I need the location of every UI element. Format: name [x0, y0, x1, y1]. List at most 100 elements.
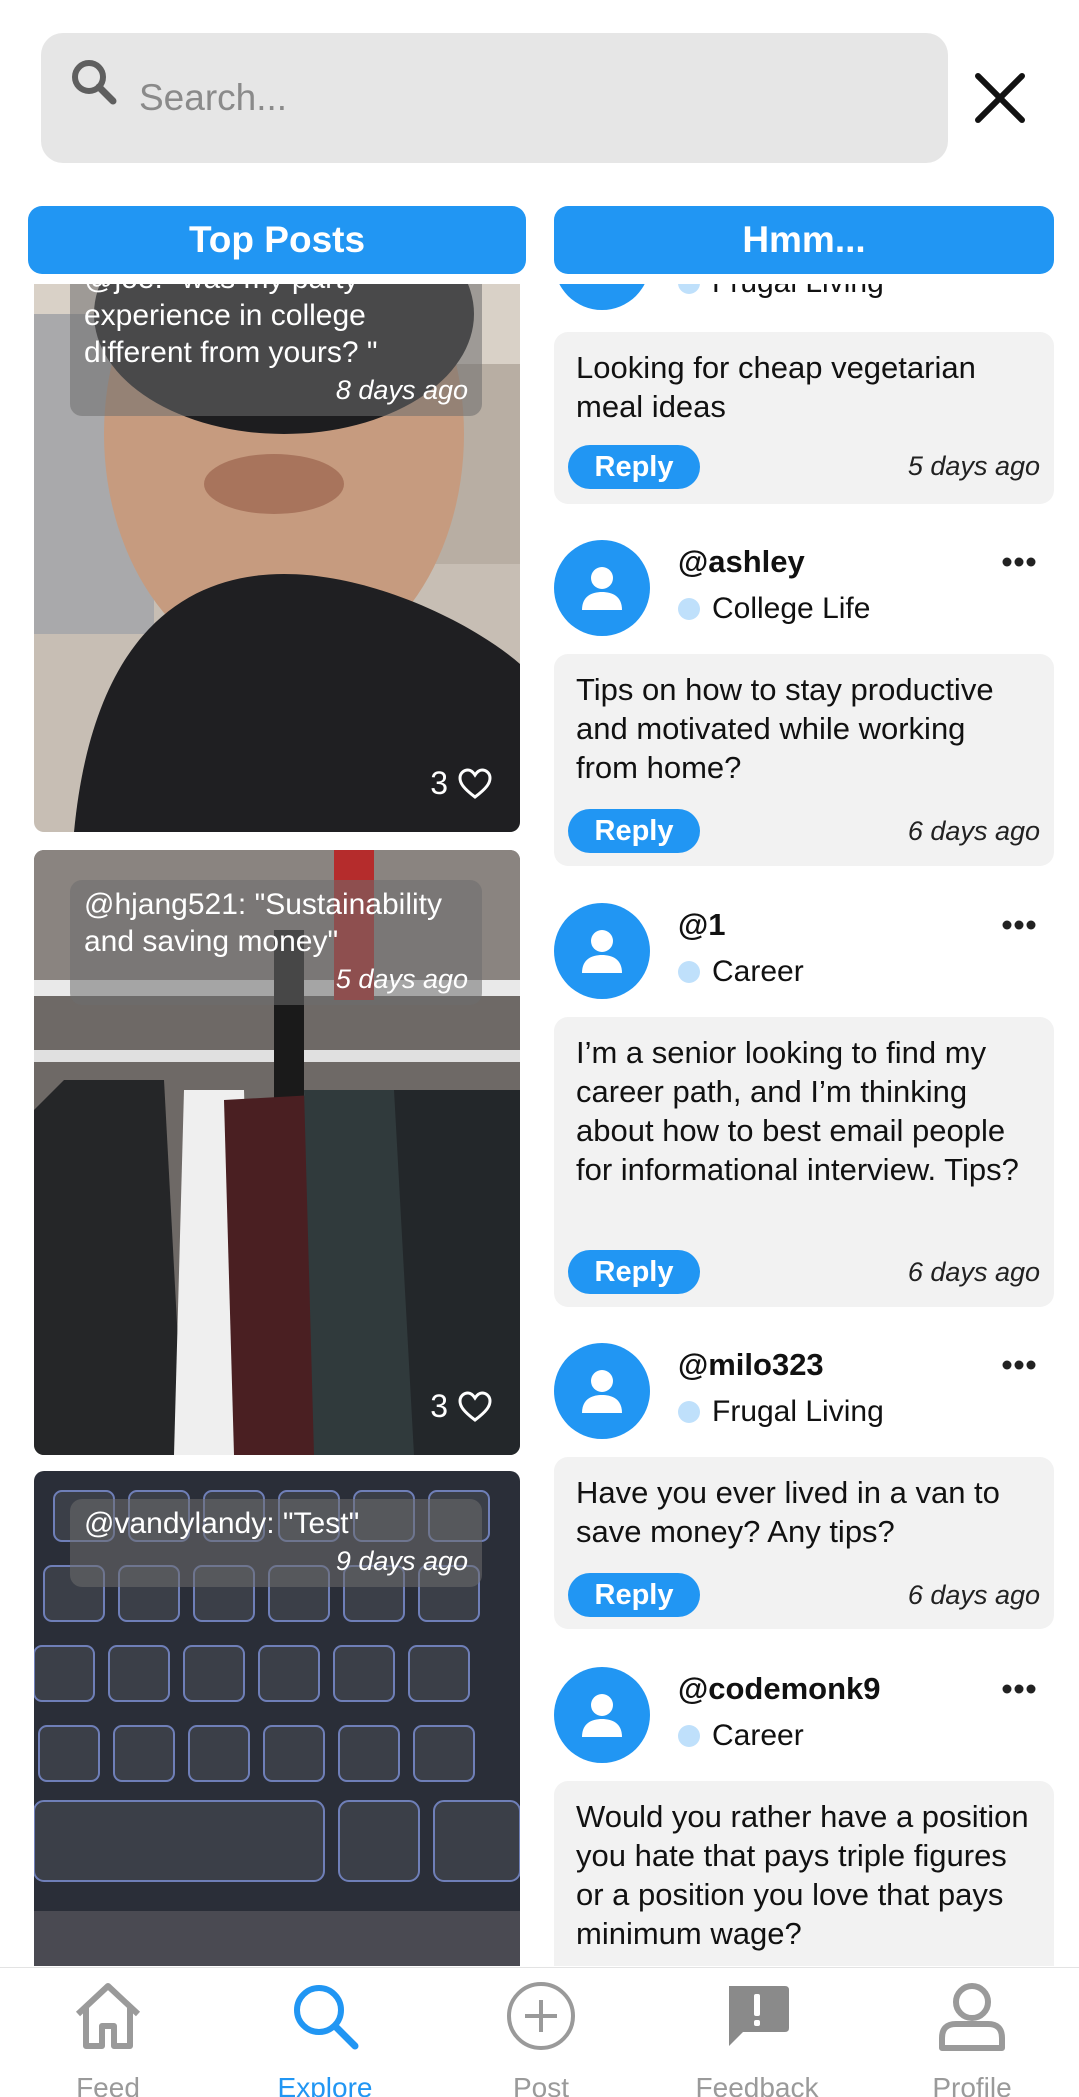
caption-time: 5 days ago [335, 964, 468, 994]
question-header: @milo323 Frugal Living [554, 1343, 1054, 1443]
question-header: @ashley College Life [554, 540, 1054, 640]
like-counter[interactable]: 3 [430, 1388, 492, 1425]
more-options-button[interactable] [1002, 1357, 1036, 1375]
category-dot [678, 284, 700, 294]
category-tag[interactable]: College Life [678, 592, 870, 626]
nav-post[interactable]: Post [441, 1978, 641, 2097]
bottom-nav: Feed Explore Post Feedback Profile [0, 1967, 1079, 2097]
nav-post-label: Post [512, 2072, 570, 2097]
question-card[interactable]: @milo323 Frugal Living Have you ever liv… [554, 1343, 1054, 1633]
question-header: @codemonk9 Career [554, 1667, 1054, 1767]
question-header: Frugal Living [554, 284, 1054, 314]
questions-list: Frugal Living Looking for cheap vegetari… [554, 284, 1054, 1966]
category-dot [678, 1401, 700, 1423]
nav-feedback[interactable]: Feedback [657, 1978, 857, 2097]
reply-button[interactable]: Reply [568, 1250, 700, 1294]
like-count: 3 [430, 765, 448, 801]
reply-button[interactable]: Reply [568, 1573, 700, 1617]
user-icon [582, 1694, 622, 1737]
category-tag[interactable]: Frugal Living [678, 1395, 884, 1429]
question-body: Have you ever lived in a van to save mon… [554, 1457, 1054, 1629]
category-label: Career [712, 955, 804, 988]
top-post-card[interactable]: @hjang521: "Sustainability and saving mo… [34, 850, 520, 1455]
category-tag[interactable]: Career [678, 1719, 804, 1753]
question-text: Would you rather have a position you hat… [576, 1799, 1029, 1951]
search-bar[interactable] [41, 33, 948, 163]
profile-icon [939, 1983, 1005, 2051]
avatar[interactable] [554, 284, 650, 310]
post-caption: @hjang521: "Sustainability and saving mo… [70, 880, 482, 1005]
question-header: @1 Career [554, 903, 1054, 1003]
search-icon [294, 1985, 359, 2050]
search-icon [72, 60, 117, 105]
avatar[interactable] [554, 1343, 650, 1439]
feedback-icon [729, 1986, 789, 2046]
question-card[interactable]: Frugal Living Looking for cheap vegetari… [554, 284, 1054, 504]
heart-icon[interactable] [458, 1390, 492, 1423]
question-time: 6 days ago [907, 1580, 1040, 1610]
search-input[interactable] [139, 33, 919, 163]
more-options-button[interactable] [1002, 1681, 1036, 1699]
nav-profile-label: Profile [932, 2072, 1012, 2097]
nav-profile[interactable]: Profile [872, 1978, 1072, 2097]
more-options-button[interactable] [1002, 917, 1036, 935]
post-caption: @joe: "was my party experience in colleg… [70, 284, 482, 416]
question-time: 6 days ago [907, 1257, 1040, 1287]
question-text: Tips on how to stay productive and motiv… [576, 672, 994, 785]
question-text: I’m a senior looking to find my career p… [576, 1035, 1019, 1187]
category-label: Career [712, 1719, 804, 1752]
category-tag[interactable]: Career [678, 955, 804, 989]
username[interactable]: @codemonk9 [678, 1671, 881, 1707]
question-body: Would you rather have a position you hat… [554, 1781, 1054, 1966]
category-label: College Life [712, 592, 871, 625]
username[interactable]: @milo323 [678, 1347, 824, 1383]
more-options-button[interactable] [1002, 554, 1036, 572]
top-post-card[interactable]: @joe: "was my party experience in colleg… [34, 284, 520, 832]
home-icon [75, 1983, 141, 2049]
question-text: Have you ever lived in a van to save mon… [576, 1475, 1000, 1549]
user-icon [582, 930, 622, 973]
more-icon [1002, 1360, 1036, 1370]
user-icon [582, 1370, 622, 1413]
question-card[interactable]: @1 Career I’m a senior looking to find m… [554, 903, 1054, 1307]
category-dot [678, 598, 700, 620]
nav-feed-label: Feed [76, 2072, 140, 2097]
category-dot [678, 961, 700, 983]
question-card[interactable]: @ashley College Life Tips on how to stay… [554, 540, 1054, 866]
more-icon [1002, 1684, 1036, 1694]
like-counter[interactable]: 3 [430, 765, 492, 802]
avatar[interactable] [554, 1667, 650, 1763]
nav-explore-label: Explore [277, 2072, 373, 2097]
user-icon [582, 567, 622, 610]
question-text: Looking for cheap vegetarian meal ideas [576, 350, 976, 424]
category-tag[interactable]: Frugal Living [678, 284, 884, 300]
close-icon[interactable] [972, 70, 1028, 126]
question-body: Looking for cheap vegetarian meal ideas … [554, 332, 1054, 504]
heart-icon[interactable] [458, 767, 492, 800]
nav-explore[interactable]: Explore [225, 1978, 425, 2097]
hmm-header[interactable]: Hmm... [554, 206, 1054, 274]
username[interactable]: @ashley [678, 544, 805, 580]
post-caption: @vandylandy: "Test" 9 days ago [70, 1499, 482, 1587]
question-body: I’m a senior looking to find my career p… [554, 1017, 1054, 1307]
reply-button[interactable]: Reply [568, 445, 700, 489]
caption-time: 8 days ago [335, 375, 468, 405]
username[interactable]: @1 [678, 907, 725, 943]
reply-button[interactable]: Reply [568, 809, 700, 853]
add-post-icon [507, 1982, 575, 2050]
more-icon [1002, 557, 1036, 567]
top-post-card[interactable]: @vandylandy: "Test" 9 days ago [34, 1471, 520, 1966]
category-label: Frugal Living [712, 284, 884, 300]
top-posts-header[interactable]: Top Posts [28, 206, 526, 274]
avatar[interactable] [554, 903, 650, 999]
caption-text: @hjang521: "Sustainability and saving mo… [84, 888, 442, 958]
nav-feed[interactable]: Feed [8, 1978, 208, 2097]
question-card[interactable]: @codemonk9 Career Would you rather have … [554, 1667, 1054, 1966]
avatar[interactable] [554, 540, 650, 636]
caption-text: @vandylandy: "Test" [84, 1507, 360, 1540]
more-icon [1002, 920, 1036, 930]
top-posts-list: @joe: "was my party experience in colleg… [34, 284, 520, 1966]
user-icon [576, 284, 628, 288]
explore-screen: Top Posts Hmm... @joe: "was my party exp… [0, 0, 1079, 2097]
caption-time: 9 days ago [335, 1546, 468, 1576]
